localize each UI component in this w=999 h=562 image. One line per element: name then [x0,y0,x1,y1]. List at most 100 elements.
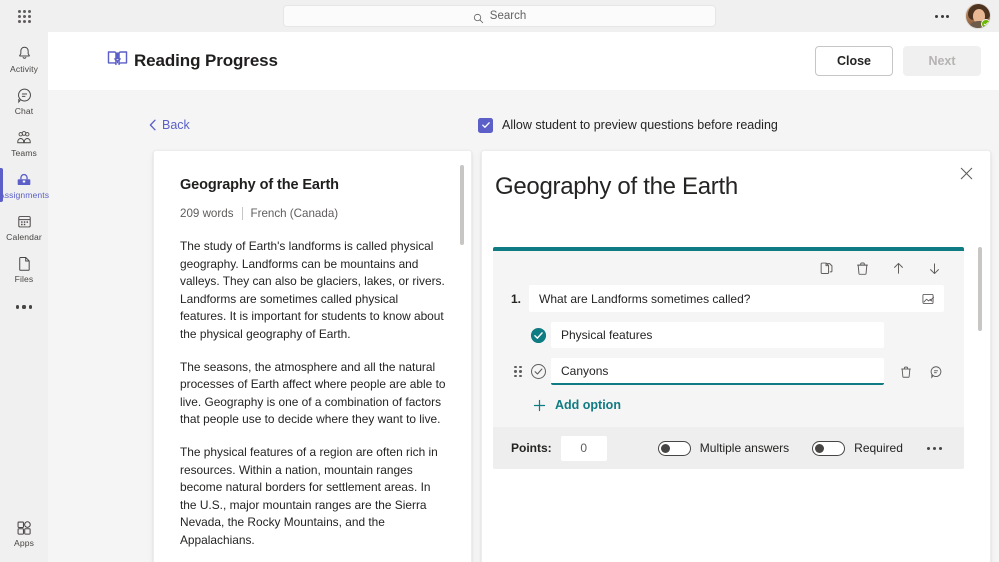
points-input[interactable]: 0 [560,435,607,461]
search-container: Search [283,5,716,27]
question-footer: Points: 0 Multiple answers Required [493,427,964,469]
preview-questions-label: Allow student to preview questions befor… [502,118,778,132]
passage-scrollbar[interactable] [460,165,464,562]
passage-paragraph: The physical features of a region are of… [180,444,438,547]
search-icon [473,11,484,23]
sidebar-item-label: Files [14,274,34,284]
question-panel: Geography of the Earth 1. What are Landf… [481,150,991,562]
delete-option-button[interactable] [898,364,914,380]
search-placeholder: Search [489,10,527,22]
content-area: Back Allow student to preview questions … [48,90,999,562]
answer-option: Physical features [493,322,964,348]
option-correct-toggle[interactable] [525,363,551,380]
question-more-options-icon[interactable] [921,443,948,454]
answer-option: Canyons [493,358,964,385]
question-row: 1. What are Landforms sometimes called? [493,285,964,312]
chevron-left-icon [149,119,157,131]
option-drag-handle[interactable] [511,365,525,378]
option-text-input[interactable]: Physical features [551,322,884,348]
tool-row: Back Allow student to preview questions … [48,112,999,138]
sidebar-item-label: Teams [11,148,37,158]
close-button[interactable]: Close [815,46,893,76]
meta-divider [241,207,243,220]
option-correct-toggle[interactable] [525,327,551,344]
sidebar-item-apps[interactable]: Apps [0,512,48,554]
passage-body: The study of Earth's landforms is called… [180,238,447,562]
chat-icon [16,86,33,105]
bell-icon [16,44,33,63]
back-label: Back [162,118,190,132]
add-option-button[interactable]: Add option [533,398,964,412]
delete-question-button[interactable] [853,259,871,277]
sidebar-item-label: Apps [14,538,34,548]
sidebar-item-label: Activity [9,64,39,74]
duplicate-question-button[interactable] [817,259,835,277]
sidebar-item-calendar[interactable]: Calendar [0,206,48,248]
apps-icon [15,518,33,537]
word-count: 209 words [180,207,234,220]
question-number: 1. [511,291,522,306]
search-input[interactable]: Search [283,5,716,27]
required-group: Required [812,440,903,456]
insert-image-icon[interactable] [920,291,936,307]
passage-scrollbar-thumb[interactable] [460,165,464,245]
sidebar-item-label: Assignments [0,190,50,200]
question-panel-scrollbar-thumb[interactable] [978,247,982,331]
cards-row: Geography of the Earth 209 words French … [48,150,999,562]
multiple-answers-toggle[interactable] [657,440,691,456]
move-question-up-button[interactable] [889,259,907,277]
move-question-down-button[interactable] [925,259,943,277]
sidebar-item-label: Chat [14,106,34,116]
top-bar-right [929,0,991,32]
passage-title: Geography of the Earth [180,177,339,193]
sidebar-item-chat[interactable]: Chat [0,80,48,122]
passage-language: French (Canada) [250,207,339,220]
question-toolbar [493,251,964,285]
sidebar-item-files[interactable]: Files [0,248,48,290]
back-link[interactable]: Back [149,118,190,132]
teams-icon [15,128,33,147]
sidebar-item-activity[interactable]: Activity [0,38,48,80]
required-toggle[interactable] [812,440,846,456]
page-title: Reading Progress [134,51,278,70]
option-actions [898,364,944,380]
avatar[interactable] [965,3,991,29]
passage-paragraph: The study of Earth's landforms is called… [180,239,445,341]
sidebar-item-label: Calendar [6,232,42,242]
option-text: Physical features [561,328,653,342]
assignments-icon [15,170,33,189]
more-options-icon[interactable] [929,9,955,24]
passage-meta: 209 words French (Canada) [180,207,447,220]
plus-icon [533,399,546,412]
app-launcher-icon[interactable] [0,0,48,32]
multiple-answers-label: Multiple answers [699,441,790,455]
question-panel-scrollbar[interactable] [978,247,982,562]
add-option-label: Add option [555,398,621,412]
passage-card: Geography of the Earth 209 words French … [153,150,472,562]
preview-questions-checkbox[interactable]: Allow student to preview questions befor… [478,117,778,133]
required-label: Required [854,441,903,455]
next-button: Next [903,46,981,76]
presence-available-icon [981,19,990,28]
option-text: Canyons [561,363,609,378]
option-comment-button[interactable] [928,364,944,380]
main-area: Reading Progress Close Next Back Allow s… [48,32,999,562]
question-card: 1. What are Landforms sometimes called? [493,247,964,469]
app-header: Reading Progress Close Next [48,32,999,90]
points-label: Points: [511,441,552,455]
files-icon [16,254,33,273]
teams-window: Search Activity Chat Teams Assignments C… [0,0,999,562]
app-rail: Activity Chat Teams Assignments Calendar… [0,32,50,562]
top-bar: Search [0,0,999,32]
checkbox-checked-icon [478,117,493,133]
passage-paragraph: The seasons, the atmosphere and all the … [180,359,446,427]
question-text: What are Landforms sometimes called? [539,291,751,306]
header-buttons: Close Next [815,46,981,76]
question-text-input[interactable]: What are Landforms sometimes called? [529,285,944,312]
option-text-input[interactable]: Canyons [551,358,884,385]
rail-more-icon[interactable] [0,290,48,324]
sidebar-item-assignments[interactable]: Assignments [0,164,50,206]
close-icon[interactable] [955,162,978,185]
calendar-icon [16,212,33,231]
sidebar-item-teams[interactable]: Teams [0,122,48,164]
